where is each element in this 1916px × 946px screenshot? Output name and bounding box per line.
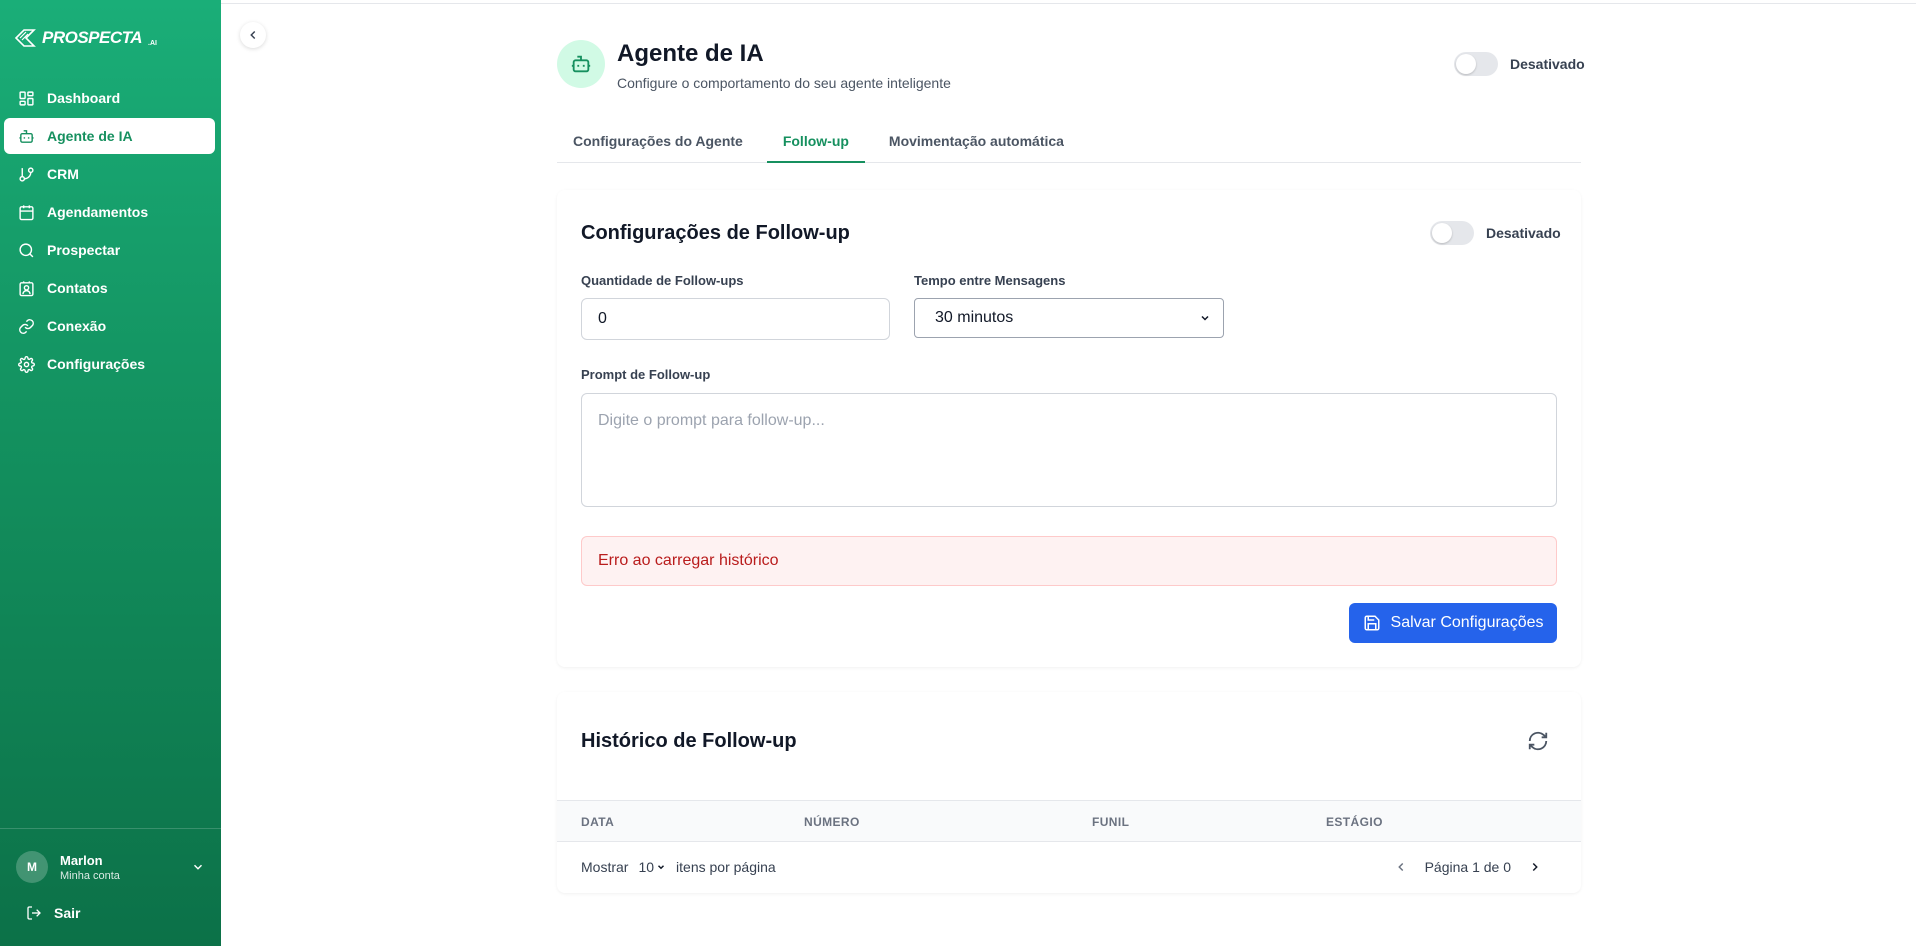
sidebar-item-label: Agente de IA [47, 128, 133, 144]
sidebar-item-conexao[interactable]: Conexão [4, 308, 217, 344]
chevron-left-icon [1397, 862, 1403, 872]
history-table-header: DATA NÚMERO FUNIL ESTÁGIO [557, 800, 1581, 842]
search-icon [19, 242, 34, 257]
sidebar-item-configuracoes[interactable]: Configurações [4, 346, 217, 382]
logout-icon [27, 906, 41, 920]
column-header-data[interactable]: DATA [581, 815, 614, 829]
agent-status-label: Desativado [1510, 56, 1585, 72]
column-header-estagio[interactable]: ESTÁGIO [1326, 815, 1383, 829]
followup-toggle-group: Desativado [1430, 221, 1561, 245]
sidebar-item-label: CRM [47, 166, 79, 182]
quantity-label: Quantidade de Follow-ups [581, 273, 744, 288]
sidebar-item-label: Configurações [47, 356, 146, 372]
prompt-label: Prompt de Follow-up [581, 367, 711, 382]
save-settings-label: Salvar Configurações [1390, 614, 1544, 631]
sidebar-item-label: Agendamentos [47, 204, 149, 220]
chevron-down-icon [658, 865, 665, 870]
followup-settings-card: Configurações de Follow-up Desativado Qu… [557, 190, 1581, 667]
page-subtitle: Configure o comportamento do seu agente … [617, 75, 951, 91]
sidebar-item-label: Prospectar [47, 242, 121, 258]
sidebar-item-agendamentos[interactable]: Agendamentos [4, 194, 217, 230]
column-header-numero[interactable]: NÚMERO [804, 815, 860, 829]
user-menu[interactable]: M Marlon Minha conta [0, 829, 221, 883]
tab-bar: Configurações do Agente Follow-up Movime… [557, 130, 1581, 163]
tab-configuracoes-agente[interactable]: Configurações do Agente [557, 130, 759, 163]
sidebar-item-contatos[interactable]: Contatos [4, 270, 217, 306]
chevron-left-icon [250, 30, 256, 40]
followup-history-card: Histórico de Follow-up DATA NÚMERO FUNIL… [557, 692, 1581, 893]
chevron-right-icon [1532, 862, 1538, 872]
history-title: Histórico de Follow-up [581, 730, 797, 752]
page-size-select[interactable]: 10 [636, 859, 668, 875]
refresh-icon[interactable] [1527, 730, 1549, 752]
brand-suffix: .AI [148, 39, 157, 47]
tab-follow-up[interactable]: Follow-up [766, 130, 865, 163]
sidebar-item-dashboard[interactable]: Dashboard [4, 80, 217, 116]
interval-label: Tempo entre Mensagens [914, 273, 1066, 288]
sidebar-item-label: Contatos [47, 280, 108, 296]
agent-avatar [557, 40, 605, 88]
brand-logo[interactable]: PROSPECTA .AI [14, 28, 157, 48]
page-navigation: Página 1 de 0 [1391, 857, 1545, 877]
followup-settings-title: Configurações de Follow-up [581, 222, 850, 244]
agent-status-toggle-group: Desativado [1454, 52, 1585, 76]
user-name: Marlon [60, 852, 103, 868]
contact-icon [19, 280, 34, 296]
chevron-down-icon[interactable] [191, 860, 205, 874]
page-size-group: Mostrar 10 itens por página [581, 859, 776, 875]
user-subtitle: Minha conta [60, 869, 120, 882]
logout-label: Sair [54, 905, 81, 921]
dashboard-icon [19, 90, 34, 106]
sidebar-item-label: Conexão [47, 318, 107, 334]
per-page-label: itens por página [676, 859, 776, 875]
save-settings-button[interactable]: Salvar Configurações [1349, 603, 1557, 643]
sidebar-item-agente-ia[interactable]: Agente de IA [4, 118, 215, 154]
column-header-funil[interactable]: FUNIL [1092, 815, 1129, 829]
bot-icon [19, 129, 34, 143]
sidebar-item-prospectar[interactable]: Prospectar [4, 232, 217, 268]
top-divider [221, 3, 1916, 4]
sidebar: PROSPECTA .AI Dashboard Agente de IA CRM… [0, 0, 221, 946]
link-icon [19, 318, 34, 334]
sidebar-nav: Dashboard Agente de IA CRM Agendamentos … [0, 80, 221, 384]
tab-movimentacao-automatica[interactable]: Movimentação automática [873, 130, 1080, 163]
interval-select-value: 30 minutos [935, 309, 1014, 326]
prev-page-button[interactable] [1391, 857, 1411, 877]
agent-status-toggle[interactable] [1454, 52, 1498, 76]
git-branch-icon [19, 166, 34, 182]
page-info: Página 1 de 0 [1424, 859, 1511, 875]
gear-icon [18, 355, 35, 373]
bot-icon [571, 55, 591, 73]
sidebar-item-label: Dashboard [47, 90, 121, 106]
sidebar-item-crm[interactable]: CRM [4, 156, 217, 192]
brand-name: PROSPECTA [42, 28, 143, 47]
next-page-button[interactable] [1525, 857, 1545, 877]
pagination: Mostrar 10 itens por página Página 1 de … [557, 842, 1581, 893]
prompt-textarea[interactable]: Digite o prompt para follow-up... [581, 393, 1557, 507]
error-alert: Erro ao carregar histórico [581, 536, 1557, 586]
calendar-icon [19, 204, 34, 220]
quantity-input[interactable]: 0 [581, 298, 890, 340]
user-info: Marlon Minha conta [60, 853, 120, 882]
logout-button[interactable]: Sair [0, 883, 221, 921]
show-label: Mostrar [581, 859, 629, 875]
logo-icon [14, 29, 36, 47]
page-size-value: 10 [638, 859, 655, 875]
chevron-down-icon [1201, 315, 1209, 321]
save-icon [1364, 615, 1380, 631]
sidebar-footer: M Marlon Minha conta Sair [0, 828, 221, 921]
followup-toggle-label: Desativado [1486, 225, 1561, 241]
collapse-sidebar-button[interactable] [240, 22, 266, 48]
followup-toggle[interactable] [1430, 221, 1474, 245]
avatar: M [16, 851, 48, 883]
page-title: Agente de IA [617, 40, 764, 67]
interval-select[interactable]: 30 minutos [914, 298, 1224, 338]
